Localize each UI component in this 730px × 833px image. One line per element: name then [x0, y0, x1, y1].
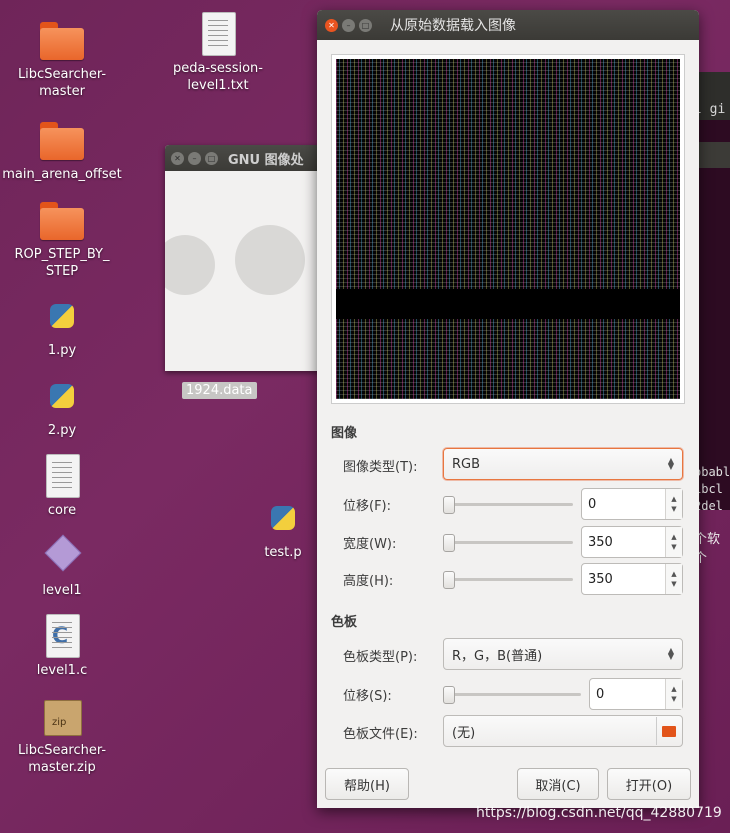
minimize-icon[interactable]: – — [188, 151, 201, 165]
palette-file-chooser[interactable]: (无) — [443, 715, 683, 747]
image-section-heading: 图像 — [331, 426, 358, 441]
palette-offset-slider[interactable] — [443, 686, 581, 704]
folder-icon — [38, 116, 86, 164]
palette-file-value: (无) — [452, 725, 476, 741]
image-type-label: 图像类型(T): — [343, 459, 418, 475]
executable-icon — [38, 532, 86, 580]
folder-icon — [38, 196, 86, 244]
spin-arrows-icon[interactable]: ▲ ▼ — [665, 489, 682, 519]
watermark-text: https://blog.csdn.net/qq_42880719 — [476, 805, 722, 821]
image-type-value: RGB — [452, 456, 481, 472]
desktop-icon-rop-step-by-step[interactable]: ROP_STEP_BY_ STEP — [0, 196, 124, 280]
desktop-icon-peda-session[interactable]: peda-session- level1.txt — [156, 10, 280, 94]
desktop-icon-label: 1.py — [47, 343, 77, 358]
desktop-icon-libcsearcher-master[interactable]: LibcSearcher- master — [0, 16, 124, 100]
desktop-icon-test-py[interactable]: test.p — [248, 494, 318, 561]
terminal-text: 个软个 — [694, 532, 721, 566]
desktop-icon-label: peda-session- level1.txt — [173, 61, 263, 93]
width-slider[interactable] — [443, 534, 573, 552]
maximize-icon[interactable]: □ — [205, 151, 218, 165]
maximize-icon[interactable]: □ — [359, 18, 372, 32]
palette-offset-spinbox[interactable]: 0 ▲ ▼ — [589, 678, 683, 710]
palette-file-label: 色板文件(E): — [343, 726, 418, 742]
slider-handle[interactable] — [443, 496, 455, 514]
palette-type-value: R，G，B(普通) — [452, 648, 543, 664]
desktop-icon-label: LibcSearcher- master.zip — [17, 743, 107, 775]
palette-offset-label: 位移(S): — [343, 688, 392, 704]
image-type-select[interactable]: RGB ▲ ▼ — [443, 448, 683, 480]
slider-handle[interactable] — [443, 571, 455, 589]
height-spinbox[interactable]: 350 ▲ ▼ — [581, 563, 683, 595]
background-gimp-window[interactable]: ✕ – □ GNU 图像处 — [165, 145, 325, 371]
python-icon — [38, 292, 86, 340]
desktop-icon-1-py[interactable]: 1.py — [0, 292, 124, 359]
folder-icon — [38, 16, 86, 64]
desktop-icon-label: main_arena_offset — [2, 167, 122, 182]
offset-label: 位移(F): — [343, 498, 392, 514]
height-label: 高度(H): — [343, 573, 394, 589]
background-window-title: GNU 图像处 — [228, 152, 304, 168]
offset-value: 0 — [588, 496, 597, 512]
document-icon — [194, 10, 242, 58]
gimp-mascot-art — [165, 225, 325, 345]
close-icon[interactable]: ✕ — [171, 151, 184, 165]
help-button[interactable]: 帮助(H) — [325, 768, 409, 800]
background-window-titlebar: ✕ – □ GNU 图像处 — [165, 145, 325, 171]
offset-slider[interactable] — [443, 496, 573, 514]
document-icon — [38, 452, 86, 500]
palette-type-select[interactable]: R，G，B(普通) ▲ ▼ — [443, 638, 683, 670]
palette-offset-value: 0 — [596, 686, 605, 702]
folder-icon[interactable] — [656, 717, 681, 745]
height-value: 350 — [588, 571, 613, 587]
desktop-icon-label: ROP_STEP_BY_ STEP — [14, 247, 110, 279]
slider-handle[interactable] — [443, 534, 455, 552]
desktop-icon-libcsearcher-zip[interactable]: zip LibcSearcher- master.zip — [0, 692, 124, 776]
width-value: 350 — [588, 534, 613, 550]
palette-type-label: 色板类型(P): — [343, 649, 418, 665]
c-source-icon: C — [38, 612, 86, 660]
python-icon — [259, 494, 307, 542]
cancel-button[interactable]: 取消(C) — [517, 768, 599, 800]
spin-arrows-icon: ▲ ▼ — [667, 646, 674, 661]
desktop-icon-level1[interactable]: level1 — [0, 532, 124, 599]
desktop-icon-core[interactable]: core — [0, 452, 124, 519]
spin-arrows-icon: ▲ ▼ — [667, 456, 674, 471]
width-spinbox[interactable]: 350 ▲ ▼ — [581, 526, 683, 558]
spin-arrows-icon[interactable]: ▲ ▼ — [665, 527, 682, 557]
spin-arrows-icon[interactable]: ▲ ▼ — [665, 564, 682, 594]
width-label: 宽度(W): — [343, 536, 397, 552]
height-slider[interactable] — [443, 571, 573, 589]
desktop-icon-label: core — [47, 503, 77, 518]
desktop-icon-label: LibcSearcher- master — [17, 67, 107, 99]
open-button[interactable]: 打开(O) — [607, 768, 691, 800]
python-icon — [38, 372, 86, 420]
desktop-icon-main-arena-offset[interactable]: main_arena_offset — [0, 116, 124, 183]
close-icon[interactable]: ✕ — [325, 18, 338, 32]
load-raw-image-dialog: ✕ – □ 从原始数据载入图像 图像 图像类型(T): RGB ▲ ▼ 位移(F)… — [317, 10, 699, 808]
dialog-titlebar: ✕ – □ 从原始数据载入图像 — [317, 10, 699, 40]
desktop-icon-2-py[interactable]: 2.py — [0, 372, 124, 439]
terminal-output: obabl ibcl 2del — [694, 465, 730, 513]
desktop-icon-label: 2.py — [47, 423, 77, 438]
image-preview — [331, 54, 685, 404]
offset-spinbox[interactable]: 0 ▲ ▼ — [581, 488, 683, 520]
palette-section-heading: 色板 — [331, 615, 358, 630]
desktop-icon-label: test.p — [264, 545, 302, 560]
desktop-icon-level1-c[interactable]: C level1.c — [0, 612, 124, 679]
zip-icon: zip — [38, 692, 86, 740]
dialog-title: 从原始数据载入图像 — [390, 18, 516, 34]
desktop-icon-label: level1.c — [36, 663, 88, 678]
selected-file-label[interactable]: 1924.data — [182, 382, 257, 399]
slider-handle[interactable] — [443, 686, 455, 704]
minimize-icon[interactable]: – — [342, 18, 355, 32]
desktop-icon-label: level1 — [42, 583, 82, 598]
spin-arrows-icon[interactable]: ▲ ▼ — [665, 679, 682, 709]
